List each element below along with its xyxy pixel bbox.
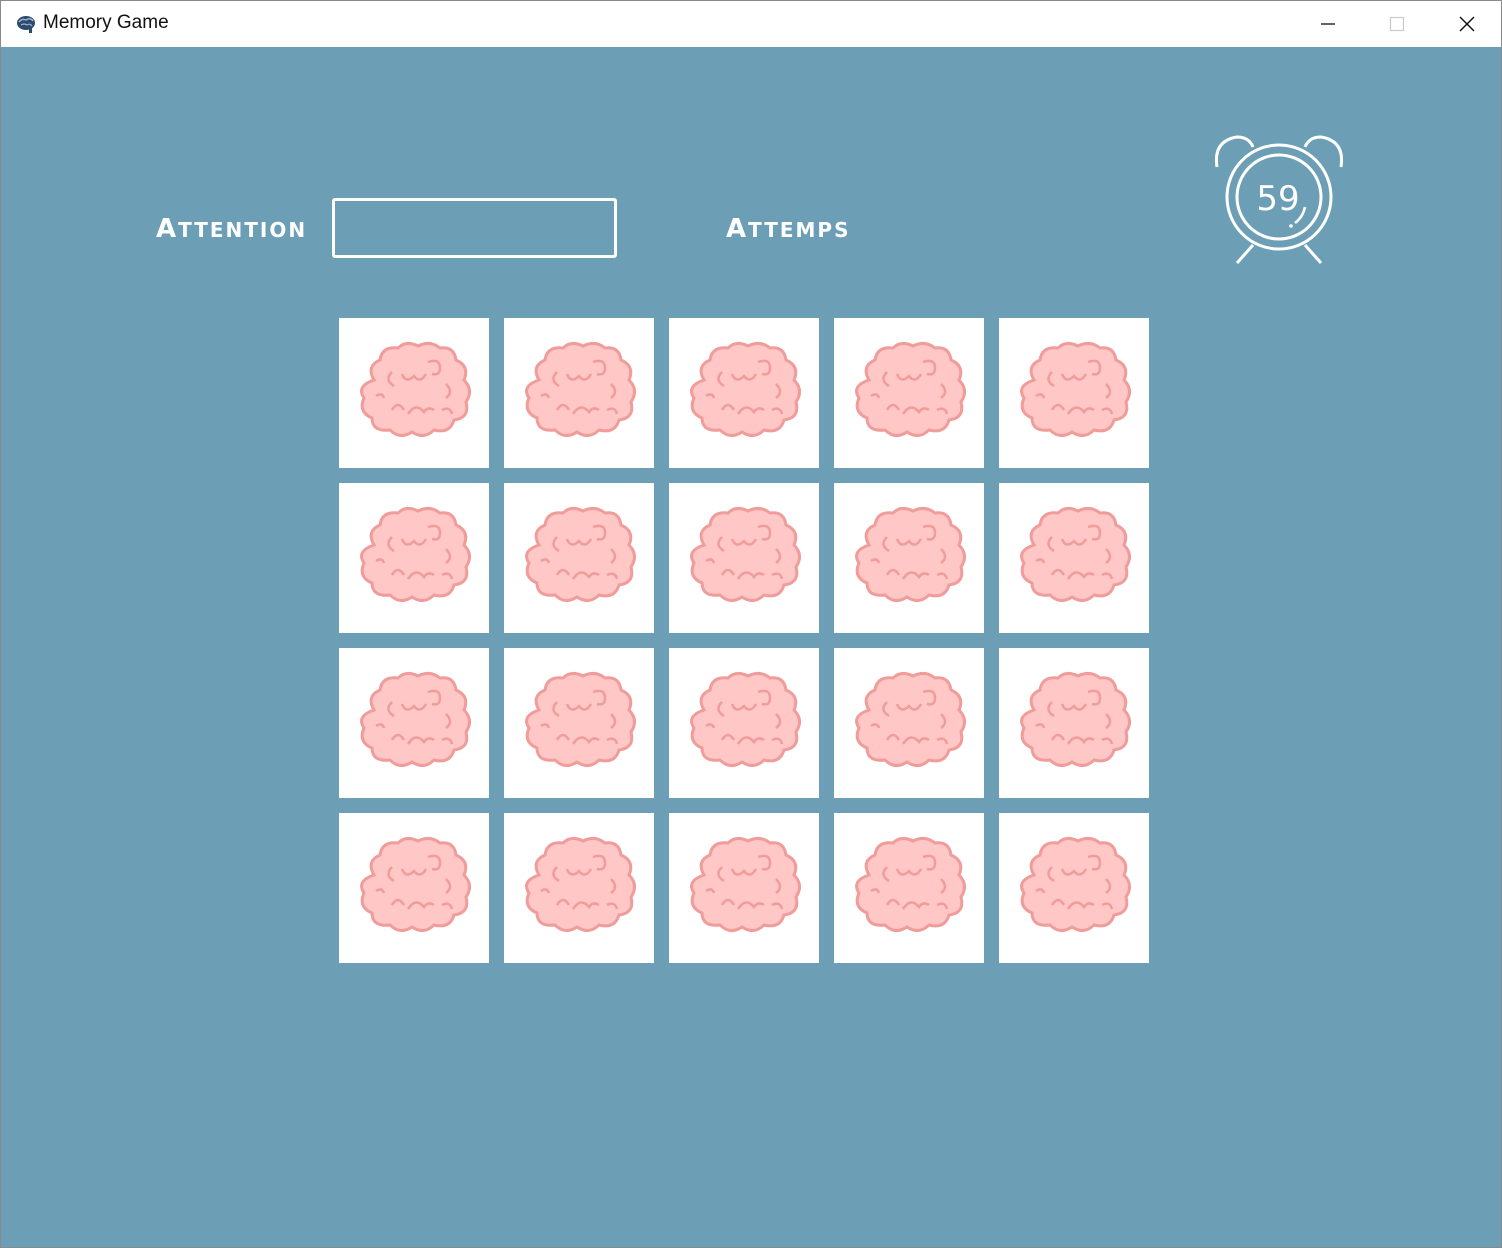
memory-card[interactable] (669, 483, 819, 633)
brain-icon (690, 836, 801, 932)
brain-icon (525, 341, 636, 437)
app-window: Memory Game ATTENTION ATTEMPS 59 (0, 0, 1502, 1248)
close-icon (1459, 16, 1475, 32)
maximize-button[interactable] (1362, 1, 1432, 47)
brain-icon (855, 671, 966, 767)
minimize-icon (1321, 23, 1335, 25)
attempts-label: ATTEMPS (726, 214, 851, 244)
brain-icon (1020, 341, 1131, 437)
title-bar[interactable]: Memory Game (1, 1, 1501, 47)
memory-card[interactable] (339, 813, 489, 963)
memory-card[interactable] (999, 648, 1149, 798)
attention-label: ATTENTION (156, 214, 308, 244)
brain-icon (1020, 671, 1131, 767)
memory-card[interactable] (504, 483, 654, 633)
brain-icon (525, 671, 636, 767)
attention-input[interactable] (332, 198, 617, 258)
memory-card[interactable] (834, 648, 984, 798)
brain-icon (855, 341, 966, 437)
brain-icon (855, 506, 966, 602)
card-grid (339, 318, 1151, 963)
memory-card[interactable] (504, 813, 654, 963)
brain-app-icon (15, 14, 37, 34)
brain-icon (855, 836, 966, 932)
brain-icon (360, 341, 471, 437)
memory-card[interactable] (999, 483, 1149, 633)
brain-icon (525, 836, 636, 932)
memory-card[interactable] (834, 813, 984, 963)
close-button[interactable] (1432, 1, 1502, 47)
brain-icon (1020, 836, 1131, 932)
window-title: Memory Game (43, 12, 169, 33)
memory-card[interactable] (669, 813, 819, 963)
timer-value: 59 (1256, 179, 1300, 219)
maximize-icon (1389, 16, 1405, 32)
brain-icon (690, 671, 801, 767)
brain-icon (690, 341, 801, 437)
memory-card[interactable] (834, 318, 984, 468)
memory-card[interactable] (669, 318, 819, 468)
memory-card[interactable] (999, 813, 1149, 963)
memory-card[interactable] (339, 318, 489, 468)
game-area: ATTENTION ATTEMPS 59 (1, 47, 1501, 1247)
brain-icon (690, 506, 801, 602)
brain-icon (525, 506, 636, 602)
memory-card[interactable] (999, 318, 1149, 468)
memory-card[interactable] (669, 648, 819, 798)
brain-icon (360, 506, 471, 602)
timer-clock: 59 (1209, 131, 1349, 269)
memory-card[interactable] (339, 648, 489, 798)
brain-icon (360, 671, 471, 767)
memory-card[interactable] (504, 318, 654, 468)
memory-card[interactable] (504, 648, 654, 798)
minimize-button[interactable] (1293, 1, 1363, 47)
brain-icon (1020, 506, 1131, 602)
brain-icon (360, 836, 471, 932)
memory-card[interactable] (834, 483, 984, 633)
memory-card[interactable] (339, 483, 489, 633)
